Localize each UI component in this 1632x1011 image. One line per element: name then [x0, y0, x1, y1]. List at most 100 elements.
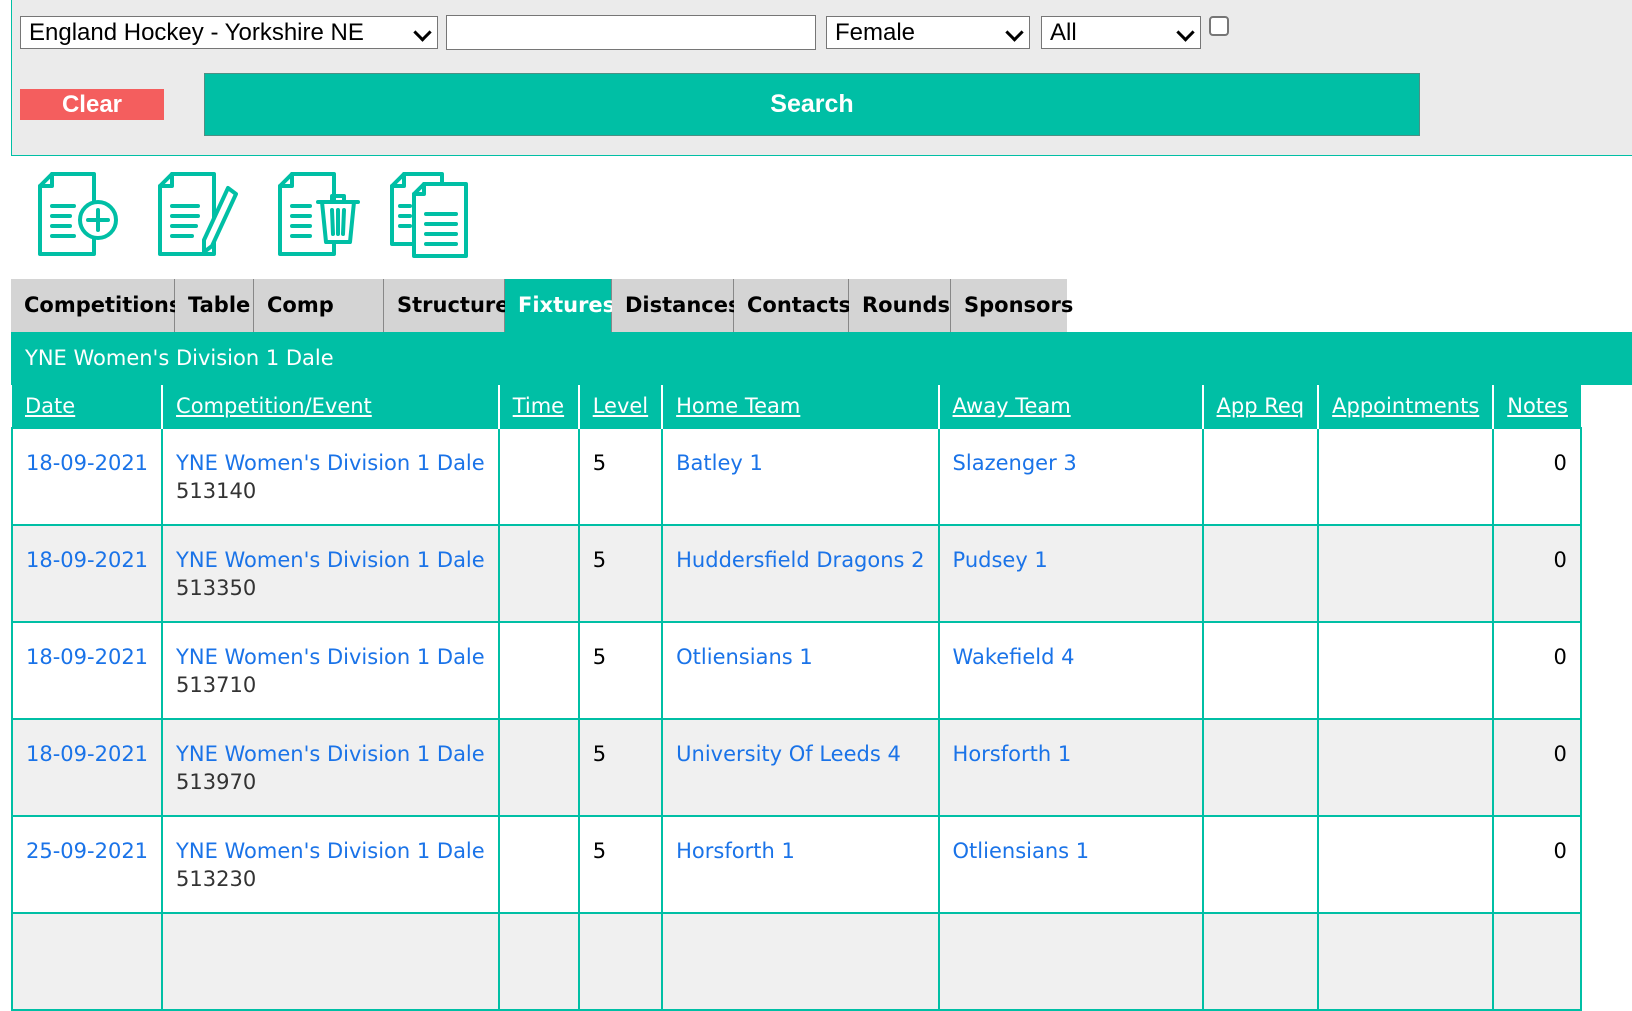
competition-link[interactable]: YNE Women's Division 1 Dale — [176, 742, 485, 766]
tab-comp-ent[interactable]: Comp Ent. — [254, 279, 384, 370]
home-team-link[interactable]: Batley 1 — [676, 451, 763, 475]
column-header-date[interactable]: Date — [12, 385, 163, 428]
competition-link[interactable]: YNE Women's Division 1 Dale — [176, 645, 485, 669]
cell-home-team — [661, 912, 940, 1011]
cell-competition: YNE Women's Division 1 Dale 513970 — [161, 718, 500, 817]
home-team-link[interactable]: Horsforth 1 — [676, 839, 795, 863]
cell-away-team: Wakefield 4 — [937, 621, 1204, 720]
event-id: 513140 — [176, 479, 257, 503]
filter-panel: England Hockey - Yorkshire NE Female All… — [11, 0, 1632, 156]
cell-competition — [161, 912, 500, 1011]
cell-notes: 0 — [1492, 524, 1582, 623]
search-button[interactable]: Search — [204, 73, 1420, 136]
copy-document-icon[interactable] — [388, 172, 472, 262]
away-team-link[interactable]: Pudsey 1 — [953, 548, 1048, 572]
cell-app-req — [1201, 524, 1320, 623]
tab-distances[interactable]: Distances — [612, 279, 740, 332]
cell-time — [497, 815, 580, 914]
column-header-time[interactable]: Time — [497, 385, 579, 428]
group-title: YNE Women's Division 1 Dale — [25, 346, 334, 370]
table-row: 18-09-2021 YNE Women's Division 1 Dale 513… — [10, 718, 1582, 817]
column-header-app-req[interactable]: App Req — [1201, 385, 1319, 428]
event-id: 513350 — [176, 576, 257, 600]
table-row: 18-09-2021 YNE Women's Division 1 Dale 513… — [10, 621, 1582, 720]
tab-contacts[interactable]: Contacts — [734, 279, 851, 332]
tab-competitions[interactable]: Competitions — [11, 279, 181, 332]
cell-time — [497, 912, 580, 1011]
cell-home-team: Huddersfield Dragons 2 — [661, 524, 940, 623]
cell-competition: YNE Women's Division 1 Dale 513230 — [161, 815, 500, 914]
filter-checkbox[interactable] — [1209, 16, 1229, 36]
cell-level: 5 — [577, 718, 664, 817]
cell-home-team: Horsforth 1 — [661, 815, 940, 914]
cell-away-team — [937, 912, 1204, 1011]
scope-select[interactable]: All — [1041, 16, 1201, 49]
tab-table[interactable]: Table — [175, 279, 254, 332]
cell-date — [10, 912, 164, 1011]
add-document-icon[interactable] — [36, 172, 120, 262]
away-team-link[interactable]: Slazenger 3 — [953, 451, 1077, 475]
cell-time — [497, 524, 580, 623]
away-team-link[interactable]: Horsforth 1 — [953, 742, 1072, 766]
home-team-link[interactable]: Otliensians 1 — [676, 645, 813, 669]
association-select[interactable]: England Hockey - Yorkshire NE — [20, 16, 438, 49]
event-id: 513710 — [176, 673, 257, 697]
column-header-appointments[interactable]: Appointments — [1317, 385, 1494, 428]
date-link[interactable]: 18-09-2021 — [26, 742, 148, 766]
competition-link[interactable]: YNE Women's Division 1 Dale — [176, 451, 485, 475]
competition-link[interactable]: YNE Women's Division 1 Dale — [176, 839, 485, 863]
search-text-input[interactable] — [446, 15, 816, 50]
cell-notes — [1492, 912, 1582, 1011]
column-header-home-team[interactable]: Home Team — [661, 385, 939, 428]
gender-select[interactable]: Female — [826, 16, 1030, 49]
competition-link[interactable]: YNE Women's Division 1 Dale — [176, 548, 485, 572]
cell-competition: YNE Women's Division 1 Dale 513710 — [161, 621, 500, 720]
home-team-link[interactable]: University Of Leeds 4 — [676, 742, 901, 766]
cell-time — [497, 427, 580, 526]
column-header-competition[interactable]: Competition/Event — [161, 385, 499, 428]
scope-select-value: All — [1050, 19, 1077, 46]
cell-away-team: Slazenger 3 — [937, 427, 1204, 526]
cell-time — [497, 718, 580, 817]
date-link[interactable]: 18-09-2021 — [26, 451, 148, 475]
cell-level: 5 — [577, 524, 664, 623]
cell-time — [497, 621, 580, 720]
cell-notes: 0 — [1492, 427, 1582, 526]
tab-sponsors[interactable]: Sponsors — [951, 279, 1073, 332]
cell-date: 18-09-2021 — [10, 524, 164, 623]
home-team-link[interactable]: Huddersfield Dragons 2 — [676, 548, 924, 572]
away-team-link[interactable]: Wakefield 4 — [953, 645, 1075, 669]
cell-level: 5 — [577, 815, 664, 914]
cell-appointments — [1317, 621, 1495, 720]
delete-document-icon[interactable] — [276, 172, 360, 262]
edit-document-icon[interactable] — [156, 172, 240, 262]
cell-away-team: Otliensians 1 — [937, 815, 1204, 914]
cell-date: 18-09-2021 — [10, 621, 164, 720]
cell-appointments — [1317, 427, 1495, 526]
cell-home-team: University Of Leeds 4 — [661, 718, 940, 817]
clear-button[interactable]: Clear — [20, 89, 164, 120]
cell-app-req — [1201, 912, 1320, 1011]
cell-home-team: Otliensians 1 — [661, 621, 940, 720]
away-team-link[interactable]: Otliensians 1 — [953, 839, 1090, 863]
chevron-down-icon — [1176, 23, 1195, 42]
cell-competition: YNE Women's Division 1 Dale 513140 — [161, 427, 500, 526]
cell-app-req — [1201, 427, 1320, 526]
cell-date: 25-09-2021 — [10, 815, 164, 914]
event-id: 513230 — [176, 867, 257, 891]
cell-app-req — [1201, 718, 1320, 817]
chevron-down-icon — [413, 23, 432, 42]
date-link[interactable]: 18-09-2021 — [26, 548, 148, 572]
column-header-away-team[interactable]: Away Team — [937, 385, 1203, 428]
date-link[interactable]: 18-09-2021 — [26, 645, 148, 669]
cell-date: 18-09-2021 — [10, 427, 164, 526]
column-header-level[interactable]: Level — [577, 385, 663, 428]
tab-rounds[interactable]: Rounds — [849, 279, 951, 332]
cell-appointments — [1317, 912, 1495, 1011]
date-link[interactable]: 25-09-2021 — [26, 839, 148, 863]
tab-structure[interactable]: Structure — [384, 279, 510, 332]
column-header-notes[interactable]: Notes — [1492, 385, 1581, 428]
cell-level: 5 — [577, 621, 664, 720]
cell-app-req — [1201, 815, 1320, 914]
tab-fixtures[interactable]: Fixtures — [505, 279, 615, 332]
